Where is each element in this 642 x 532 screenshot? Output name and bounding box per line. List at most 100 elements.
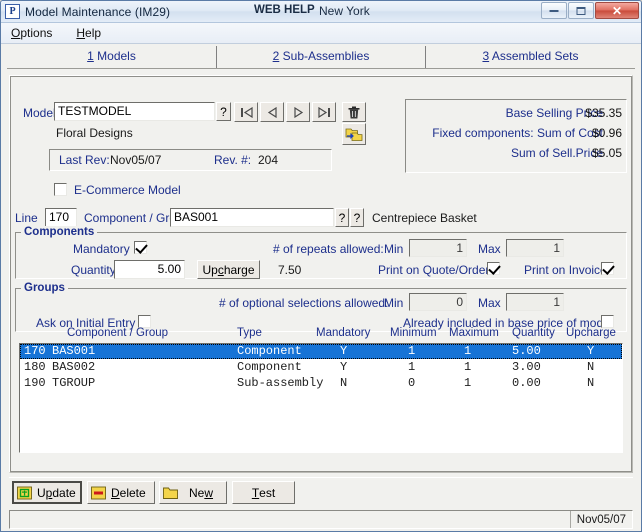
component-lookup-button-2[interactable]: ?	[350, 208, 364, 227]
last-rev-label: Last Rev:	[59, 153, 110, 167]
last-record-icon	[317, 106, 330, 118]
status-bar: Nov05/07	[9, 510, 633, 529]
print-invoice-checkbox[interactable]	[601, 262, 614, 275]
print-quote-label: Print on Quote/Order	[378, 263, 490, 277]
copy-model-button[interactable]	[342, 123, 366, 145]
rev-num-label: Rev. #:	[214, 153, 252, 167]
action-bar: Up date Delete Ne w T est	[9, 477, 633, 508]
first-record-icon	[240, 106, 253, 118]
mandatory-checkbox[interactable]	[134, 241, 147, 254]
repeats-max-input[interactable]: 1	[506, 239, 564, 257]
tab-assembled-sets[interactable]: 3 Assembled Sets	[426, 46, 635, 68]
menu-options-rest: ptions	[20, 26, 53, 40]
remove-icon	[91, 486, 107, 500]
maximize-icon	[576, 6, 586, 15]
tab-strip: 1 Models 2 Sub-Assemblies 3 Assembled Se…	[7, 46, 635, 68]
tab-models-num: 1	[87, 49, 94, 63]
delete-record-button[interactable]	[342, 102, 366, 122]
optional-min-label: Min	[384, 296, 404, 310]
price-panel: Base Selling Price $35.35 Fixed componen…	[405, 99, 627, 173]
print-invoice-label: Print on Invoice	[524, 263, 607, 277]
quantity-input[interactable]: 5.00	[114, 260, 185, 279]
test-button-post: est	[259, 485, 276, 500]
title-bar: P Model Maintenance (IM29) WEB HELP New …	[1, 1, 641, 23]
tab-sub-assemblies-label: Sub-Assemblies	[279, 49, 370, 63]
sum-of-sell-price-value: $5.05	[591, 146, 622, 160]
quantity-label: Quantity	[71, 263, 116, 277]
update-button-accel: p	[45, 485, 53, 500]
model-input[interactable]: TESTMODEL	[54, 102, 215, 121]
web-help-link[interactable]: WEB HELP	[254, 4, 315, 16]
line-label: Line	[15, 211, 38, 225]
grid-header-maximum: Maximum	[449, 327, 499, 339]
component-description: Centrepiece Basket	[372, 211, 477, 225]
menu-item-help[interactable]: Help	[73, 25, 104, 41]
app-icon: P	[5, 4, 20, 19]
tab-models-label: Models	[93, 49, 136, 63]
folder-icon	[163, 486, 179, 500]
delete-button[interactable]: Delete	[87, 481, 155, 504]
components-grid[interactable]: 170 BAS001 Component Y 1 1 5.00 Y 180 BA…	[19, 343, 623, 453]
mandatory-label: Mandatory	[73, 242, 130, 256]
repeats-allowed-label: # of repeats allowed:	[273, 242, 384, 256]
ecommerce-checkbox[interactable]	[54, 183, 67, 196]
optional-min-input[interactable]: 0	[409, 293, 467, 311]
update-button-post: date	[52, 485, 76, 500]
test-button[interactable]: Test	[232, 481, 295, 504]
delete-button-accel: D	[111, 485, 120, 500]
optional-selections-label: # of optional selections allowed:	[219, 296, 389, 310]
status-date: Nov05/07	[569, 511, 632, 528]
row-code: BAS001	[52, 344, 96, 358]
close-button[interactable]: ✕	[595, 2, 639, 19]
row-upcharge: N	[587, 360, 595, 374]
menu-help-rest: elp	[85, 26, 102, 40]
previous-record-icon	[267, 106, 277, 118]
tab-models[interactable]: 1 Models	[7, 46, 217, 68]
row-line: 170	[24, 344, 46, 358]
tab-sub-assemblies[interactable]: 2 Sub-Assemblies	[217, 46, 426, 68]
minimize-icon	[549, 9, 559, 12]
table-row[interactable]: 190 TGROUP Sub-assembly N 0 1 0.00 N	[20, 376, 622, 391]
row-code: TGROUP	[52, 376, 96, 390]
row-type: Sub-assembly	[237, 376, 324, 390]
next-record-button[interactable]	[286, 102, 310, 122]
row-maximum: 1	[464, 376, 472, 390]
minimize-button[interactable]	[541, 2, 567, 19]
client-area: 1 Models 2 Sub-Assemblies 3 Assembled Se…	[1, 44, 641, 531]
component-group-input[interactable]: BAS001	[170, 208, 334, 227]
row-upcharge: Y	[587, 344, 595, 358]
repeats-min-label: Min	[384, 242, 404, 256]
component-lookup-button-1[interactable]: ?	[335, 208, 349, 227]
row-quantity: 0.00	[512, 376, 541, 390]
print-quote-checkbox[interactable]	[487, 262, 500, 275]
tab-separator	[7, 68, 635, 69]
optional-max-label: Max	[478, 296, 501, 310]
copy-model-icon	[345, 128, 363, 141]
repeats-max-label: Max	[478, 242, 501, 256]
row-line: 190	[24, 376, 46, 390]
table-row[interactable]: 170 BAS001 Component Y 1 1 5.00 Y	[20, 344, 622, 359]
update-button[interactable]: Up date	[12, 481, 82, 504]
last-record-button[interactable]	[312, 102, 336, 122]
optional-max-input[interactable]: 1	[506, 293, 564, 311]
upcharge-button[interactable]: Up c harge	[197, 260, 260, 279]
upcharge-button-pre: Up	[202, 262, 218, 277]
revision-panel: Last Rev: Nov05/07 Rev. #: 204	[49, 149, 332, 171]
grid-header-mandatory: Mandatory	[316, 327, 371, 339]
fixed-sum-of-cost-value: $0.96	[591, 126, 622, 140]
repeats-min-input[interactable]: 1	[409, 239, 467, 257]
model-lookup-button[interactable]: ?	[216, 102, 231, 121]
components-groupbox-title: Components	[21, 226, 98, 238]
menu-item-options[interactable]: Options	[8, 25, 55, 41]
new-button[interactable]: Ne w	[159, 481, 227, 504]
previous-record-button[interactable]	[260, 102, 284, 122]
maximize-button[interactable]	[568, 2, 594, 19]
row-code: BAS002	[52, 360, 96, 374]
table-row[interactable]: 180 BAS002 Component Y 1 1 3.00 N	[20, 360, 622, 375]
first-record-button[interactable]	[234, 102, 258, 122]
row-mandatory: Y	[340, 344, 348, 358]
base-selling-price-value: $35.35	[585, 106, 622, 120]
line-input[interactable]: 170	[45, 208, 77, 227]
row-quantity: 5.00	[512, 344, 541, 358]
application-window: P Model Maintenance (IM29) WEB HELP New …	[0, 0, 642, 532]
